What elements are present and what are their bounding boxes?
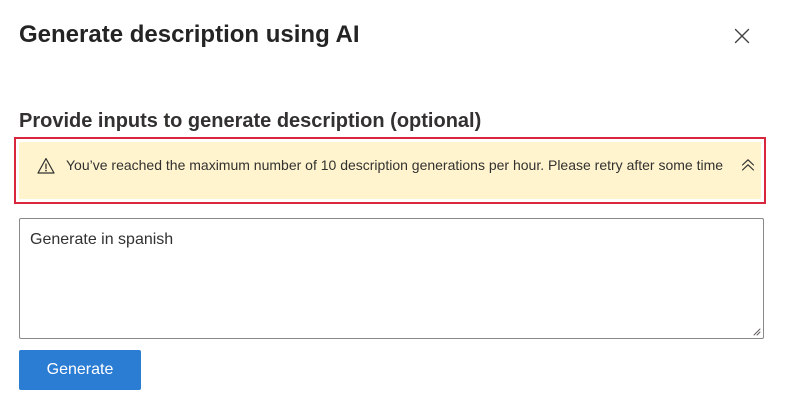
prompt-textarea-container: Generate in spanish (19, 218, 764, 339)
resize-handle-icon[interactable] (751, 326, 761, 336)
close-button[interactable] (728, 22, 756, 50)
warning-message-text: You’ve reached the maximum number of 10 … (66, 157, 724, 173)
warning-highlight-outline: You’ve reached the maximum number of 10 … (14, 137, 766, 204)
generate-button[interactable]: Generate (19, 350, 141, 390)
dialog-title: Generate description using AI (19, 21, 360, 48)
chevron-double-up-icon (741, 159, 755, 171)
collapse-message-button[interactable] (737, 153, 759, 177)
close-icon (734, 28, 750, 44)
section-heading: Provide inputs to generate description (… (19, 110, 482, 132)
prompt-textarea[interactable]: Generate in spanish (20, 219, 763, 338)
warning-message-bar: You’ve reached the maximum number of 10 … (19, 142, 761, 199)
warning-icon (37, 158, 55, 174)
